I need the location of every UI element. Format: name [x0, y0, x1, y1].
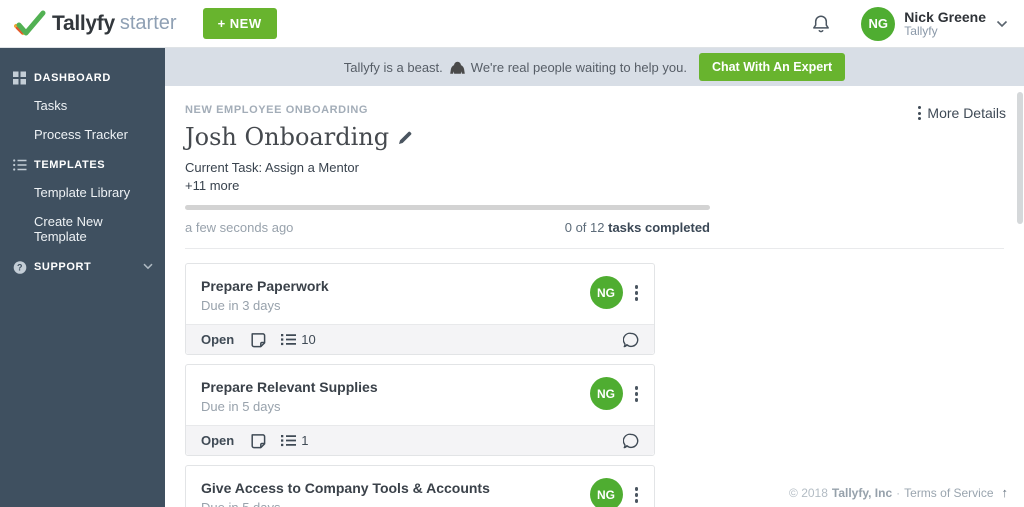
help-banner: Tallyfy is a beast. We're real people wa…: [165, 48, 1024, 86]
brand-plan: starter: [119, 12, 177, 34]
sidebar-item-create-new-template[interactable]: Create New Template: [0, 207, 165, 251]
task-due-date: Due in 5 days: [201, 399, 281, 414]
more-details-label: More Details: [927, 105, 1006, 121]
user-name: Nick Greene: [904, 8, 986, 25]
checklist-count: 10: [301, 332, 316, 347]
comment-icon[interactable]: [623, 332, 639, 348]
banner-text-after: We're real people waiting to help you.: [470, 59, 687, 75]
user-avatar[interactable]: NG: [861, 6, 896, 41]
tallyfy-logo[interactable]: Tallyfy starter: [14, 10, 177, 38]
user-menu[interactable]: NG Nick Greene Tallyfy: [861, 6, 1008, 41]
note-icon[interactable]: [251, 332, 266, 348]
new-button[interactable]: + NEW: [202, 8, 277, 39]
scroll-to-top-icon[interactable]: ↑: [1002, 485, 1009, 500]
checklist-indicator[interactable]: 10: [281, 332, 316, 347]
more-details-button[interactable]: More Details: [918, 105, 1006, 121]
more-tasks-link[interactable]: +11 more: [185, 178, 1004, 193]
sidebar-item-process-tracker[interactable]: Process Tracker: [0, 120, 165, 149]
process-title: Josh Onboarding: [185, 123, 390, 151]
sidebar-item-template-library[interactable]: Template Library: [0, 178, 165, 207]
more-dots-icon: [918, 106, 922, 120]
sidebar-section-label: DASHBOARD: [34, 72, 111, 84]
svg-text:?: ?: [17, 263, 23, 273]
task-due-date: Due in 5 days: [201, 500, 590, 507]
page-footer: © 2018 Tallyfy, Inc · Terms of Service ↑: [789, 485, 1008, 500]
last-updated: a few seconds ago: [185, 220, 294, 235]
checklist-indicator[interactable]: 1: [281, 433, 308, 448]
sidebar-section-label: TEMPLATES: [34, 159, 106, 171]
list-icon: [13, 159, 27, 172]
company-name: Tallyfy, Inc: [831, 485, 893, 500]
task-list: Prepare Paperwork Due in 3 days NG Open: [185, 263, 655, 507]
chevron-down-icon: [996, 15, 1008, 33]
task-card[interactable]: Give Access to Company Tools & Accounts …: [185, 465, 655, 507]
header-divider: [185, 248, 1004, 249]
edit-pencil-icon[interactable]: [398, 130, 413, 145]
banner-text-before: Tallyfy is a beast.: [343, 59, 443, 75]
comment-icon[interactable]: [623, 433, 639, 449]
task-status: Open: [201, 433, 235, 448]
copyright: © 2018: [789, 485, 828, 500]
checklist-icon: [281, 434, 297, 447]
sidebar-item-tasks[interactable]: Tasks: [0, 91, 165, 120]
scrollbar-thumb[interactable]: [1017, 92, 1023, 224]
sidebar-section-support[interactable]: ? SUPPORT: [0, 254, 165, 280]
assignee-avatar[interactable]: NG: [589, 377, 623, 410]
note-icon[interactable]: [251, 433, 266, 449]
tasks-count-prefix: 0 of 12: [564, 220, 605, 235]
chat-with-expert-button[interactable]: Chat With An Expert: [698, 53, 846, 81]
tasks-count-suffix: tasks completed: [608, 220, 710, 235]
assignee-avatar[interactable]: NG: [589, 276, 623, 309]
question-icon: ?: [13, 261, 27, 274]
main-content: NEW EMPLOYEE ONBOARDING Josh Onboarding …: [165, 86, 1024, 507]
notifications-bell-icon[interactable]: [811, 13, 831, 35]
gorilla-icon: [449, 61, 466, 76]
task-title: Give Access to Company Tools & Accounts: [201, 480, 490, 496]
task-menu-dots-icon[interactable]: [623, 478, 643, 507]
sidebar-section-dashboard[interactable]: DASHBOARD: [0, 65, 165, 91]
grid-icon: [13, 71, 26, 85]
task-card[interactable]: Prepare Paperwork Due in 3 days NG Open: [185, 263, 655, 355]
task-due-date: Due in 3 days: [201, 298, 281, 313]
assignee-avatar[interactable]: NG: [589, 478, 623, 507]
task-menu-dots-icon[interactable]: [623, 377, 643, 408]
task-card[interactable]: Prepare Relevant Supplies Due in 5 days …: [185, 364, 655, 456]
chevron-down-icon: [143, 261, 153, 273]
process-header: NEW EMPLOYEE ONBOARDING Josh Onboarding …: [165, 86, 1024, 249]
checkmark-logo-icon: [14, 10, 46, 38]
current-task: Current Task: Assign a Mentor: [185, 160, 359, 175]
task-title: Prepare Paperwork: [201, 278, 329, 294]
brand-name: Tallyfy: [52, 11, 115, 35]
template-name: NEW EMPLOYEE ONBOARDING: [185, 104, 369, 116]
top-bar: Tallyfy starter + NEW NG Nick Greene Tal…: [0, 0, 1024, 48]
footer-separator: ·: [896, 485, 901, 500]
checklist-count: 1: [301, 433, 309, 448]
sidebar-section-label: SUPPORT: [34, 261, 92, 273]
progress-bar: [185, 205, 710, 210]
task-menu-dots-icon[interactable]: [623, 276, 643, 307]
task-title: Prepare Relevant Supplies: [201, 379, 378, 395]
sidebar: DASHBOARD Tasks Process Tracker TEMPLATE…: [0, 48, 165, 507]
checklist-icon: [281, 333, 297, 346]
sidebar-section-templates[interactable]: TEMPLATES: [0, 152, 165, 178]
terms-of-service-link[interactable]: Terms of Service: [904, 486, 993, 500]
user-text: Nick Greene Tallyfy: [904, 9, 986, 39]
user-org: Tallyfy: [904, 23, 938, 38]
task-status: Open: [201, 332, 235, 347]
tasks-completed-count: 0 of 12 tasks completed: [565, 220, 710, 235]
